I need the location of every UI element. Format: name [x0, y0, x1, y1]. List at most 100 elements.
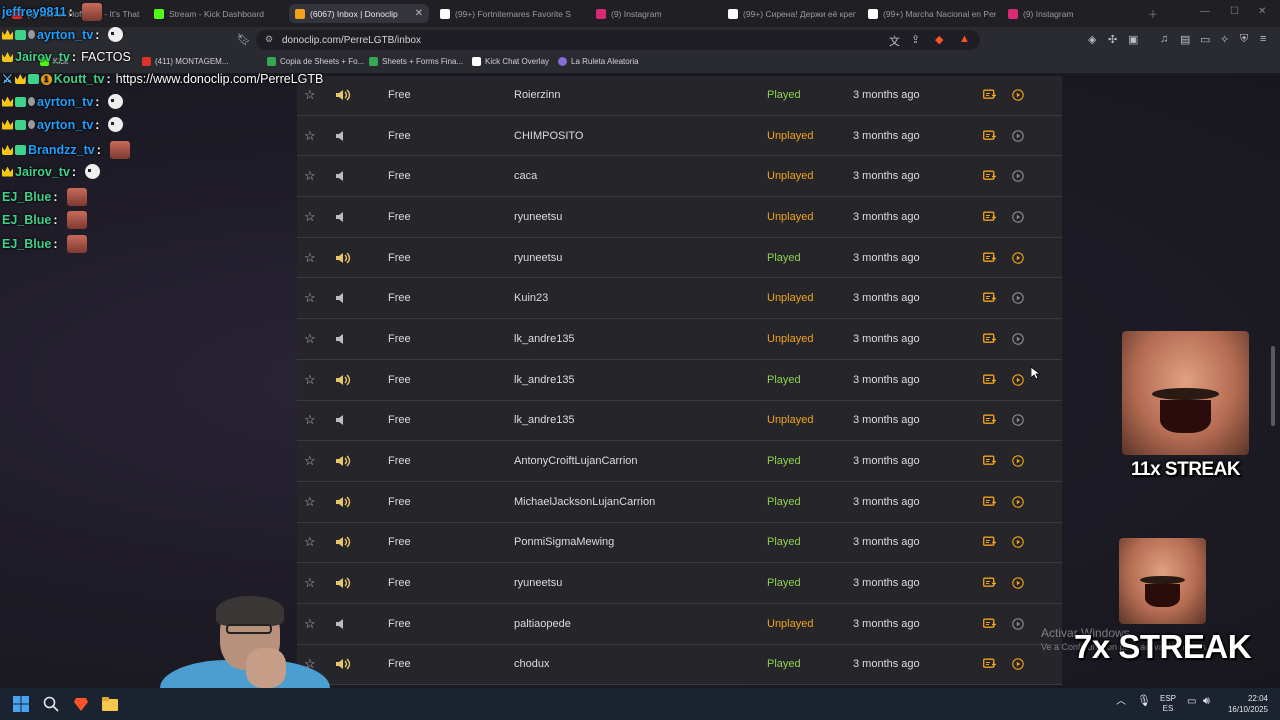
browser-tab[interactable]: (99+) Fortnitemares Favorite S	[434, 4, 584, 23]
play-clip-icon[interactable]	[1012, 89, 1024, 101]
add-to-queue-icon[interactable]	[983, 170, 997, 182]
browser-tab[interactable]: Stream - Kick Dashboard	[148, 4, 278, 23]
new-tab-icon[interactable]: ＋	[1148, 6, 1158, 21]
close-window-icon[interactable]: ✕	[1258, 6, 1266, 17]
favorite-star-icon[interactable]: ☆	[304, 250, 316, 266]
add-to-queue-icon[interactable]	[983, 374, 997, 385]
play-clip-icon[interactable]	[1012, 495, 1024, 508]
volume-muted-icon[interactable]	[335, 130, 353, 142]
volume-muted-icon[interactable]	[335, 211, 353, 223]
donation-row[interactable]: ☆ Free AntonyCroiftLujanCarrion Played 3 mon…	[297, 441, 1062, 482]
play-clip-icon[interactable]	[1012, 373, 1024, 386]
bookmark-item[interactable]: Sheets + Forms Fina...	[369, 57, 463, 66]
chat-username[interactable]: Jairov_tv	[15, 165, 70, 179]
play-clip-icon[interactable]	[1012, 251, 1024, 264]
bookmark-item[interactable]: La Ruleta Aleatoria	[558, 57, 639, 66]
play-clip-icon[interactable]	[1012, 414, 1024, 427]
windows-start-icon[interactable]	[13, 696, 29, 712]
favorite-star-icon[interactable]: ☆	[304, 494, 316, 510]
play-clip-icon[interactable]	[1012, 129, 1024, 142]
volume-muted-icon[interactable]	[335, 414, 353, 426]
favorite-star-icon[interactable]: ☆	[304, 412, 316, 428]
sidebar-icon[interactable]: ▤	[1180, 33, 1190, 46]
play-clip-icon[interactable]	[1012, 536, 1024, 549]
system-clock[interactable]: 22:04 16/10/2025	[1222, 693, 1268, 715]
add-to-queue-icon[interactable]	[983, 496, 997, 507]
brave-shields-icon[interactable]: ◆	[935, 33, 943, 46]
volume-icon[interactable]: 🔊︎	[1203, 696, 1210, 707]
donation-row[interactable]: ☆ Free ryuneetsu Unplayed 3 months ago	[297, 197, 1062, 238]
browser-tab[interactable]: (99+) Сирена! Держи её крепк	[722, 4, 856, 23]
file-explorer-icon[interactable]	[102, 696, 118, 712]
url-input[interactable]: ⚙ donoclip.com/PerreLGTB/inbox	[256, 30, 980, 50]
play-clip-icon[interactable]	[1012, 292, 1024, 305]
volume-muted-icon[interactable]	[335, 170, 353, 182]
volume-on-icon[interactable]	[335, 374, 353, 386]
volume-on-icon[interactable]	[335, 496, 353, 508]
favorite-star-icon[interactable]: ☆	[304, 128, 316, 144]
volume-on-icon[interactable]	[335, 89, 353, 101]
chat-username[interactable]: jeffrey9811	[2, 5, 67, 19]
donation-row[interactable]: ☆ Free caca Unplayed 3 months ago	[297, 156, 1062, 198]
favorite-star-icon[interactable]: ☆	[304, 290, 316, 306]
donation-row[interactable]: ☆ Free PonmiSigmaMewing Played 3 months ago	[297, 523, 1062, 564]
extension-icon-1[interactable]: ◈	[1088, 33, 1096, 46]
browser-tab[interactable]: (6067) Inbox | Donoclip ✕	[289, 4, 429, 23]
donation-row[interactable]: ☆ Free paltiaopede Unplayed 3 months ago	[297, 604, 1062, 645]
play-clip-icon[interactable]	[1012, 658, 1024, 671]
favorite-star-icon[interactable]: ☆	[304, 168, 316, 184]
favorite-star-icon[interactable]: ☆	[304, 453, 316, 469]
play-clip-icon[interactable]	[1012, 211, 1024, 223]
chat-username[interactable]: EJ_Blue	[2, 213, 51, 227]
add-to-queue-icon[interactable]	[983, 536, 997, 548]
bookmark-icon[interactable]: 🔖︎	[237, 33, 251, 46]
add-to-queue-icon[interactable]	[983, 252, 997, 263]
browser-tab[interactable]: (9) Instagram	[590, 4, 710, 23]
chat-username[interactable]: Jairov_tv	[15, 50, 70, 64]
minimize-icon[interactable]: —	[1200, 6, 1210, 17]
favorite-star-icon[interactable]: ☆	[304, 534, 316, 550]
chat-username[interactable]: ayrton_tv	[37, 95, 93, 109]
play-clip-icon[interactable]	[1012, 333, 1024, 345]
donation-row[interactable]: ☆ Free MichaelJacksonLujanCarrion Played 3 m…	[297, 482, 1062, 523]
add-to-queue-icon[interactable]	[983, 577, 997, 589]
chat-username[interactable]: ayrton_tv	[37, 118, 93, 132]
favorite-star-icon[interactable]: ☆	[304, 575, 316, 591]
bookmark-item[interactable]: Copia de Sheets + Fo...	[267, 57, 364, 66]
share-icon[interactable]: ⇪	[911, 33, 920, 46]
add-to-queue-icon[interactable]	[983, 130, 997, 141]
network-icon[interactable]: ▭	[1187, 697, 1196, 707]
browser-tab[interactable]: (9) Instagram	[1002, 4, 1122, 23]
chat-username[interactable]: Koutt_tv	[54, 72, 105, 86]
chat-username[interactable]: EJ_Blue	[2, 190, 51, 204]
leo-ai-icon[interactable]: ✧	[1220, 33, 1229, 46]
wallet-icon[interactable]: ▭	[1200, 33, 1210, 46]
chat-username[interactable]: Brandzz_tv	[28, 143, 95, 157]
page-scrollbar[interactable]	[1270, 76, 1276, 688]
volume-muted-icon[interactable]	[335, 333, 353, 345]
brave-browser-icon[interactable]	[73, 696, 89, 712]
donation-row[interactable]: ☆ Free CHIMPOSITO Unplayed 3 months ago	[297, 116, 1062, 157]
extensions-icon[interactable]: ✣	[1108, 33, 1117, 46]
volume-on-icon[interactable]	[335, 536, 353, 548]
add-to-queue-icon[interactable]	[983, 333, 997, 344]
browser-tab[interactable]: (99+) Marcha Nacional en Perú	[862, 4, 996, 23]
donation-row[interactable]: ☆ Free lk_andre135 Unplayed 3 months ago	[297, 401, 1062, 442]
chat-username[interactable]: EJ_Blue	[2, 237, 51, 251]
donation-row[interactable]: ☆ Free chodux Played 3 months ago	[297, 645, 1062, 686]
favorite-star-icon[interactable]: ☆	[304, 209, 316, 225]
add-to-queue-icon[interactable]	[983, 89, 997, 100]
volume-muted-icon[interactable]	[335, 618, 353, 630]
microphone-icon[interactable]: 🎙︎	[1137, 696, 1151, 707]
volume-on-icon[interactable]	[335, 252, 353, 264]
volume-on-icon[interactable]	[335, 658, 353, 670]
add-to-queue-icon[interactable]	[983, 659, 997, 670]
add-to-queue-icon[interactable]	[983, 455, 997, 467]
search-icon[interactable]	[43, 696, 59, 712]
bookmark-item[interactable]: Kick Chat Overlay	[472, 57, 549, 66]
play-clip-icon[interactable]	[1012, 618, 1024, 630]
volume-on-icon[interactable]	[335, 455, 353, 467]
add-to-queue-icon[interactable]	[983, 292, 997, 304]
volume-muted-icon[interactable]	[335, 292, 353, 304]
favorite-star-icon[interactable]: ☆	[304, 331, 316, 347]
